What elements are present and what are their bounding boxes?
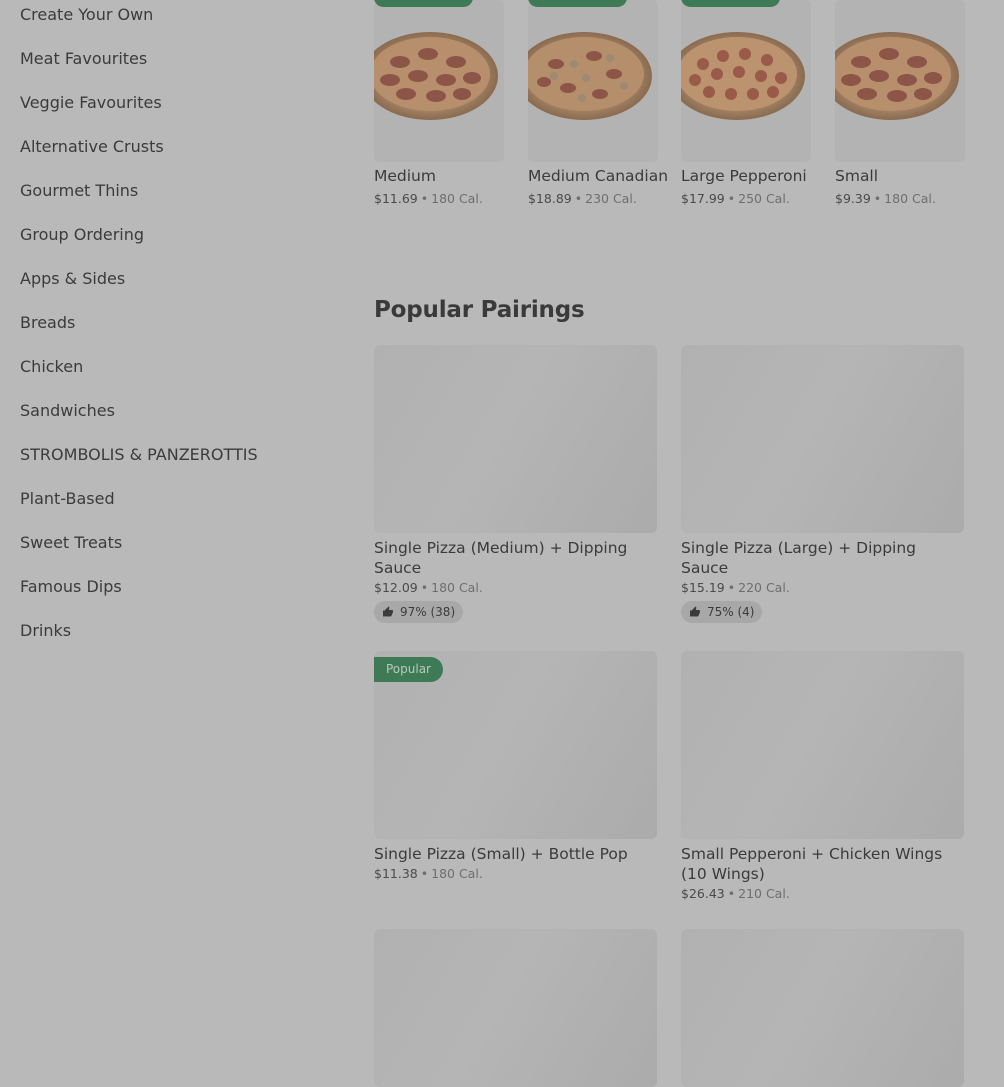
pairing-card-large-dipping-sauce[interactable]: Single Pizza (Large) + Dipping Sauce $15… [681, 345, 964, 623]
product-image-placeholder: Popular [374, 651, 657, 839]
product-price: $11.38 [374, 866, 418, 881]
separator-dot: • [574, 191, 583, 206]
separator-dot: • [873, 191, 882, 206]
section-title-popular-pairings: Popular Pairings [374, 297, 585, 323]
product-info: Large Pepperoni $17.99 • 250 Cal. [681, 166, 821, 209]
separator-dot: • [727, 886, 736, 901]
pairing-card-medium-dipping-sauce[interactable]: Single Pizza (Medium) + Dipping Sauce $1… [374, 345, 657, 623]
product-price: $26.43 [681, 886, 725, 901]
pairing-card[interactable] [374, 929, 657, 1087]
sidebar-item-alternative-crusts[interactable]: Alternative Crusts [20, 137, 164, 156]
rating-badge: 75% (4) [681, 601, 763, 623]
product-meta: $12.09 • 180 Cal. [374, 580, 657, 595]
sidebar-item-meat-favourites[interactable]: Meat Favourites [20, 49, 147, 68]
pizza-image [835, 32, 959, 120]
product-image [374, 0, 504, 162]
sidebar-item-sandwiches[interactable]: Sandwiches [20, 401, 115, 420]
product-calories: 230 Cal. [585, 191, 637, 206]
pairing-card-small-bottle-pop[interactable]: Popular Single Pizza (Small) + Bottle Po… [374, 651, 657, 881]
product-name: Small [835, 167, 879, 185]
product-calories: 180 Cal. [884, 191, 936, 206]
product-image-placeholder [681, 651, 964, 839]
product-info: Medium $11.69 • 180 Cal. [374, 166, 514, 209]
product-image-placeholder [374, 929, 657, 1087]
rating-badge: 97% (38) [374, 601, 464, 623]
product-calories: 180 Cal. [431, 580, 483, 595]
product-meta: $11.38 • 180 Cal. [374, 866, 657, 881]
rating-text: 97% (38) [400, 605, 456, 619]
product-meta: $11.69 • 180 Cal. [374, 189, 514, 209]
product-name: Large Pepperoni [681, 167, 807, 185]
product-calories: 220 Cal. [738, 580, 790, 595]
product-badge [528, 0, 627, 7]
product-calories: 250 Cal. [738, 191, 790, 206]
product-image [681, 0, 811, 162]
product-name: Single Pizza (Medium) + Dipping Sauce [374, 539, 628, 577]
sidebar-item-sweet-treats[interactable]: Sweet Treats [20, 533, 122, 552]
pairing-card-pepperoni-chicken-wings[interactable]: Small Pepperoni + Chicken Wings (10 Wing… [681, 651, 964, 901]
pizza-image [374, 32, 498, 120]
product-calories: 180 Cal. [431, 191, 483, 206]
product-price: $11.69 [374, 191, 418, 206]
pairing-card[interactable] [681, 929, 964, 1087]
separator-dot: • [420, 191, 429, 206]
product-meta: $18.89 • 230 Cal. [528, 189, 668, 209]
product-price: $9.39 [835, 191, 871, 206]
sidebar-item-veggie-favourites[interactable]: Veggie Favourites [20, 93, 162, 112]
sidebar-item-group-ordering[interactable]: Group Ordering [20, 225, 144, 244]
product-badge [681, 0, 780, 7]
sidebar-item-strombolis-panzerottis[interactable]: STROMBOLIS & PANZEROTTIS [20, 445, 258, 464]
thumbs-up-icon [690, 606, 700, 617]
product-name: Single Pizza (Large) + Dipping Sauce [681, 539, 917, 577]
product-name: Medium [374, 167, 436, 185]
separator-dot: • [420, 580, 429, 595]
product-meta: $15.19 • 220 Cal. [681, 580, 964, 595]
product-price: $18.89 [528, 191, 572, 206]
product-meta: $9.39 • 180 Cal. [835, 189, 975, 209]
product-meta: $26.43 • 210 Cal. [681, 886, 964, 901]
product-price: $17.99 [681, 191, 725, 206]
sidebar-item-chicken[interactable]: Chicken [20, 357, 83, 376]
product-info: Small $9.39 • 180 Cal. [835, 166, 975, 209]
product-price: $12.09 [374, 580, 418, 595]
rating-text: 75% (4) [707, 605, 755, 619]
product-image [528, 0, 658, 162]
sidebar-item-apps-sides[interactable]: Apps & Sides [20, 269, 125, 288]
separator-dot: • [420, 866, 429, 881]
sidebar-item-breads[interactable]: Breads [20, 313, 75, 332]
product-badge [374, 0, 473, 7]
sidebar-item-create-your-own[interactable]: Create Your Own [20, 5, 153, 24]
sidebar-item-drinks[interactable]: Drinks [20, 621, 71, 640]
thumbs-up-icon [383, 606, 393, 617]
product-image-placeholder [681, 929, 964, 1087]
product-calories: 180 Cal. [431, 866, 483, 881]
product-name: Medium Canadian [528, 167, 669, 185]
pizza-image [681, 32, 805, 120]
sidebar-item-plant-based[interactable]: Plant-Based [20, 489, 115, 508]
product-image [835, 0, 965, 162]
product-image-placeholder [681, 345, 964, 533]
pizza-image [528, 32, 652, 120]
separator-dot: • [727, 580, 736, 595]
product-calories: 210 Cal. [738, 886, 790, 901]
product-meta: $17.99 • 250 Cal. [681, 189, 821, 209]
product-image-placeholder [374, 345, 657, 533]
product-price: $15.19 [681, 580, 725, 595]
product-info: Medium Canadian $18.89 • 230 Cal. [528, 166, 668, 209]
product-name: Single Pizza (Small) + Bottle Pop [374, 845, 628, 863]
popular-badge: Popular [374, 657, 443, 682]
sidebar-item-famous-dips[interactable]: Famous Dips [20, 577, 122, 596]
sidebar-item-gourmet-thins[interactable]: Gourmet Thins [20, 181, 138, 200]
separator-dot: • [727, 191, 736, 206]
product-name: Small Pepperoni + Chicken Wings (10 Wing… [681, 845, 943, 883]
